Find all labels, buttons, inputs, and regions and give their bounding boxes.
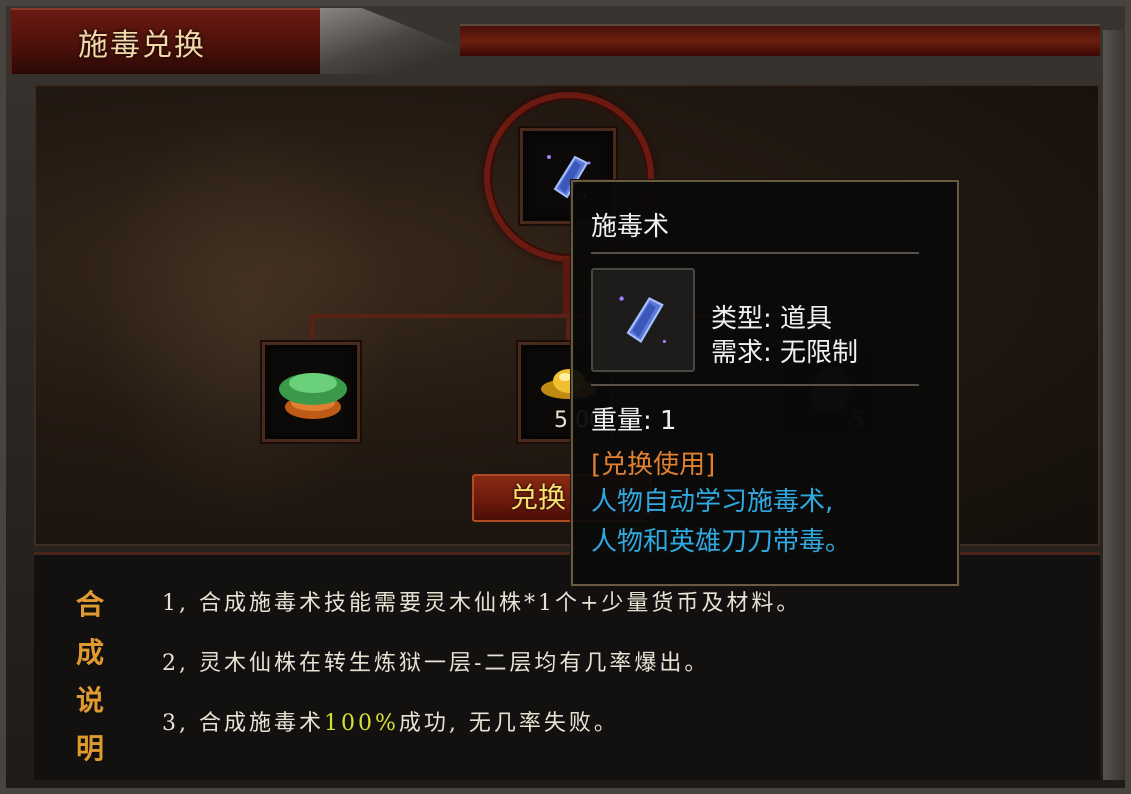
tooltip-description: 人物自动学习施毒术, 人物和英雄刀刀带毒。	[591, 482, 851, 562]
weight-label: 重量:	[591, 406, 652, 436]
tooltip-section-header: [兑换使用]	[591, 450, 716, 480]
require-label: 需求:	[711, 338, 772, 368]
description-line: 1, 合成施毒术技能需要灵木仙株*1个+少量货币及材料。	[162, 591, 802, 616]
window-title: 施毒兑换	[78, 28, 206, 63]
tooltip-properties: 类型: 道具 需求: 无限制	[711, 302, 858, 370]
description-text: 成功, 无几率失败。	[398, 711, 619, 736]
tooltip-title: 施毒术	[591, 212, 670, 242]
right-border	[1103, 30, 1125, 780]
type-value: 道具	[780, 304, 833, 334]
description-label-char: 合	[75, 588, 104, 621]
book-icon	[619, 296, 667, 344]
description-panel: 合 成 说 明 1, 合成施毒术技能需要灵木仙株*1个+少量货币及材料。 2, …	[34, 552, 1100, 780]
description-list: 1, 合成施毒术技能需要灵木仙株*1个+少量货币及材料。 2, 灵木仙株在转生炼…	[162, 585, 801, 765]
item-tooltip: 施毒术 类型: 道具 需求: 无限制 重量: 1 [兑换使用] 人物自动学习施毒…	[571, 180, 959, 586]
require-value: 无限制	[780, 338, 859, 368]
description-line: 人物自动学习施毒术,	[591, 487, 834, 517]
weight-row: 重量: 1	[591, 400, 677, 437]
weight-value: 1	[660, 406, 677, 436]
divider	[591, 384, 919, 386]
tooltip-item-icon	[591, 268, 695, 372]
connector-line	[310, 314, 314, 344]
type-label: 类型:	[711, 304, 772, 334]
success-rate: 100%	[323, 711, 399, 736]
description-label-char: 成	[75, 636, 104, 669]
divider	[591, 252, 919, 254]
top-bar	[460, 24, 1100, 56]
description-label-char: 明	[75, 732, 104, 765]
description-line: 2, 灵木仙株在转生炼狱一层-二层均有几率爆出。	[162, 651, 710, 676]
ingredient-slot-herb[interactable]	[262, 342, 360, 442]
connector-line	[566, 314, 570, 344]
mushroom-icon	[279, 373, 347, 419]
description-label: 合 成 说 明	[68, 581, 112, 773]
description-line: 人物和英雄刀刀带毒。	[591, 527, 852, 557]
description-label-char: 说	[75, 684, 104, 717]
description-text: 3, 合成施毒术	[162, 711, 324, 736]
description-line: 3, 合成施毒术100%成功, 无几率失败。	[162, 705, 801, 765]
